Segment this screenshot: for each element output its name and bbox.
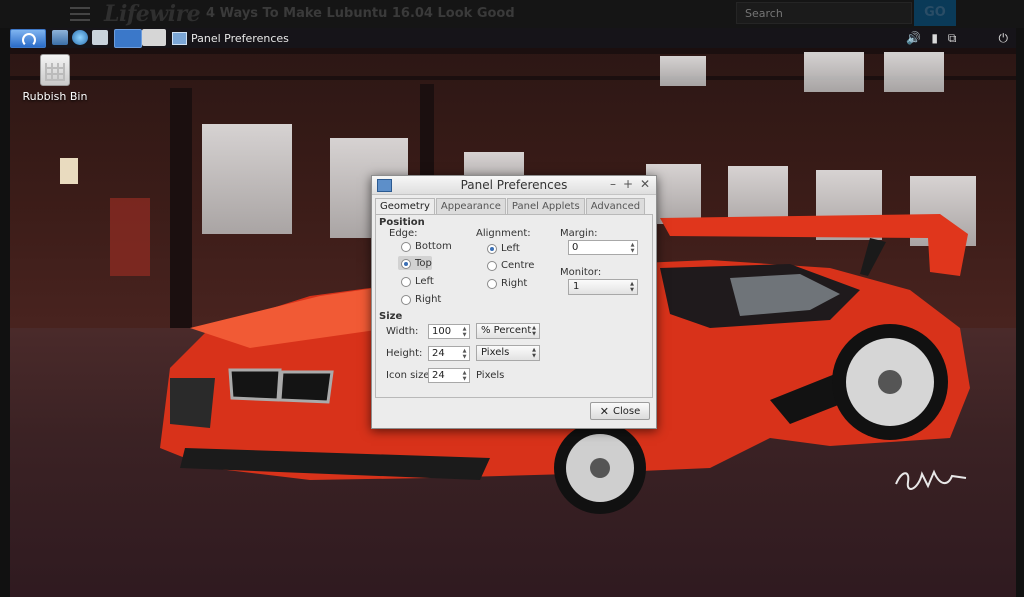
taskbar-item-label: Panel Preferences <box>191 31 289 45</box>
geometry-panel: Position Edge: Bottom Top Left Right Ali… <box>375 214 653 398</box>
edge-left-radio[interactable] <box>401 277 411 287</box>
system-tray: 🔊 ▮ ⧉ ⏻ <box>906 29 1008 47</box>
alignment-left-radio[interactable] <box>487 244 497 254</box>
alignment-centre-radio[interactable] <box>487 261 497 271</box>
trash-icon <box>40 54 70 86</box>
taskbar-item-panel-preferences[interactable]: Panel Preferences <box>172 29 289 47</box>
hamburger-menu-icon[interactable] <box>70 7 90 21</box>
start-menu-button[interactable] <box>10 29 46 48</box>
width-label: Width: <box>386 326 419 337</box>
icon-size-label: Icon size: <box>386 370 433 381</box>
height-value: 24 <box>432 348 445 359</box>
height-spinbox[interactable]: 24 ▲ ▼ <box>428 346 470 361</box>
combo-arrows-icon: ▲ ▼ <box>532 325 536 337</box>
monitor-value: 1 <box>573 281 580 292</box>
article-title: 4 Ways To Make Lubuntu 16.04 Look Good <box>206 6 515 21</box>
width-value: 100 <box>432 326 452 337</box>
margin-spinbox[interactable]: 0 ▲ ▼ <box>568 240 638 255</box>
margin-value: 0 <box>572 242 579 253</box>
spin-arrows-icon[interactable]: ▲ ▼ <box>461 348 468 360</box>
close-button[interactable]: ✕ Close <box>590 402 650 420</box>
battery-icon[interactable]: ▮ <box>931 31 938 45</box>
size-heading: Size <box>379 311 403 322</box>
alignment-right-label: Right <box>501 278 528 289</box>
width-unit-select[interactable]: % Percent ▲ ▼ <box>476 323 540 339</box>
edge-right-label: Right <box>415 294 442 305</box>
margin-label: Margin: <box>560 228 598 239</box>
window-icon <box>172 31 187 45</box>
spin-arrows-icon[interactable]: ▲ ▼ <box>461 326 468 338</box>
volume-icon[interactable]: 🔊 <box>906 31 921 45</box>
spin-arrows-icon[interactable]: ▲ ▼ <box>461 370 468 382</box>
height-unit-select[interactable]: Pixels ▲ ▼ <box>476 345 540 361</box>
width-unit-value: % Percent <box>481 325 532 336</box>
tab-panel-applets[interactable]: Panel Applets <box>506 198 585 214</box>
alignment-centre-label: Centre <box>501 260 535 271</box>
web-browser-icon[interactable] <box>72 30 88 45</box>
icon-size-unit-label: Pixels <box>476 370 505 381</box>
window-close-button[interactable]: ✕ <box>640 177 650 191</box>
tab-appearance[interactable]: Appearance <box>435 198 506 214</box>
tab-advanced[interactable]: Advanced <box>585 198 646 214</box>
taskbar: Panel Preferences 🔊 ▮ ⧉ ⏻ <box>10 28 1016 48</box>
site-logo[interactable]: Lifewire <box>104 1 201 27</box>
workspace-1-button[interactable] <box>114 29 142 48</box>
combo-arrows-icon: ▲ ▼ <box>630 281 634 293</box>
dialog-titlebar[interactable]: Panel Preferences – + ✕ <box>372 176 656 195</box>
maximize-button[interactable]: + <box>623 177 633 191</box>
spin-arrows-icon[interactable]: ▲ ▼ <box>629 242 636 254</box>
combo-arrows-icon: ▲ ▼ <box>532 347 536 359</box>
position-heading: Position <box>379 217 425 228</box>
edge-left-label: Left <box>415 276 434 287</box>
close-icon: ✕ <box>599 404 609 418</box>
monitor-label: Monitor: <box>560 267 602 278</box>
site-header: Lifewire 4 Ways To Make Lubuntu 16.04 Lo… <box>0 0 1024 28</box>
edge-top-label: Top <box>415 258 432 269</box>
icon-size-value: 24 <box>432 370 445 381</box>
tab-geometry[interactable]: Geometry <box>375 198 435 215</box>
alignment-right-radio[interactable] <box>487 279 497 289</box>
network-icon[interactable]: ⧉ <box>948 31 957 46</box>
height-unit-value: Pixels <box>481 347 510 358</box>
desktop-icon-rubbish-bin[interactable]: Rubbish Bin <box>20 54 90 103</box>
height-label: Height: <box>386 348 423 359</box>
desktop-icon-label: Rubbish Bin <box>22 90 88 103</box>
alignment-left-label: Left <box>501 243 520 254</box>
edge-bottom-label: Bottom <box>415 241 452 252</box>
edge-label: Edge: <box>389 228 418 239</box>
width-spinbox[interactable]: 100 ▲ ▼ <box>428 324 470 339</box>
minimize-button[interactable]: – <box>610 177 616 191</box>
monitor-select[interactable]: 1 ▲ ▼ <box>568 279 638 295</box>
edge-top-radio[interactable] <box>401 259 411 269</box>
workspace-2-button[interactable] <box>142 29 166 46</box>
power-icon[interactable]: ⏻ <box>999 31 1009 46</box>
terminal-icon[interactable] <box>92 30 108 45</box>
panel-preferences-dialog: Panel Preferences – + ✕ Geometry Appeara… <box>371 175 657 429</box>
edge-right-radio[interactable] <box>401 295 411 305</box>
search-go-button[interactable]: GO <box>914 0 956 26</box>
icon-size-spinbox[interactable]: 24 ▲ ▼ <box>428 368 470 383</box>
artist-signature <box>895 469 967 490</box>
tab-bar: Geometry Appearance Panel Applets Advanc… <box>375 198 646 215</box>
edge-bottom-radio[interactable] <box>401 242 411 252</box>
file-manager-icon[interactable] <box>52 30 68 45</box>
search-input[interactable] <box>736 2 912 24</box>
close-button-label: Close <box>612 405 641 417</box>
alignment-label: Alignment: <box>476 228 531 239</box>
